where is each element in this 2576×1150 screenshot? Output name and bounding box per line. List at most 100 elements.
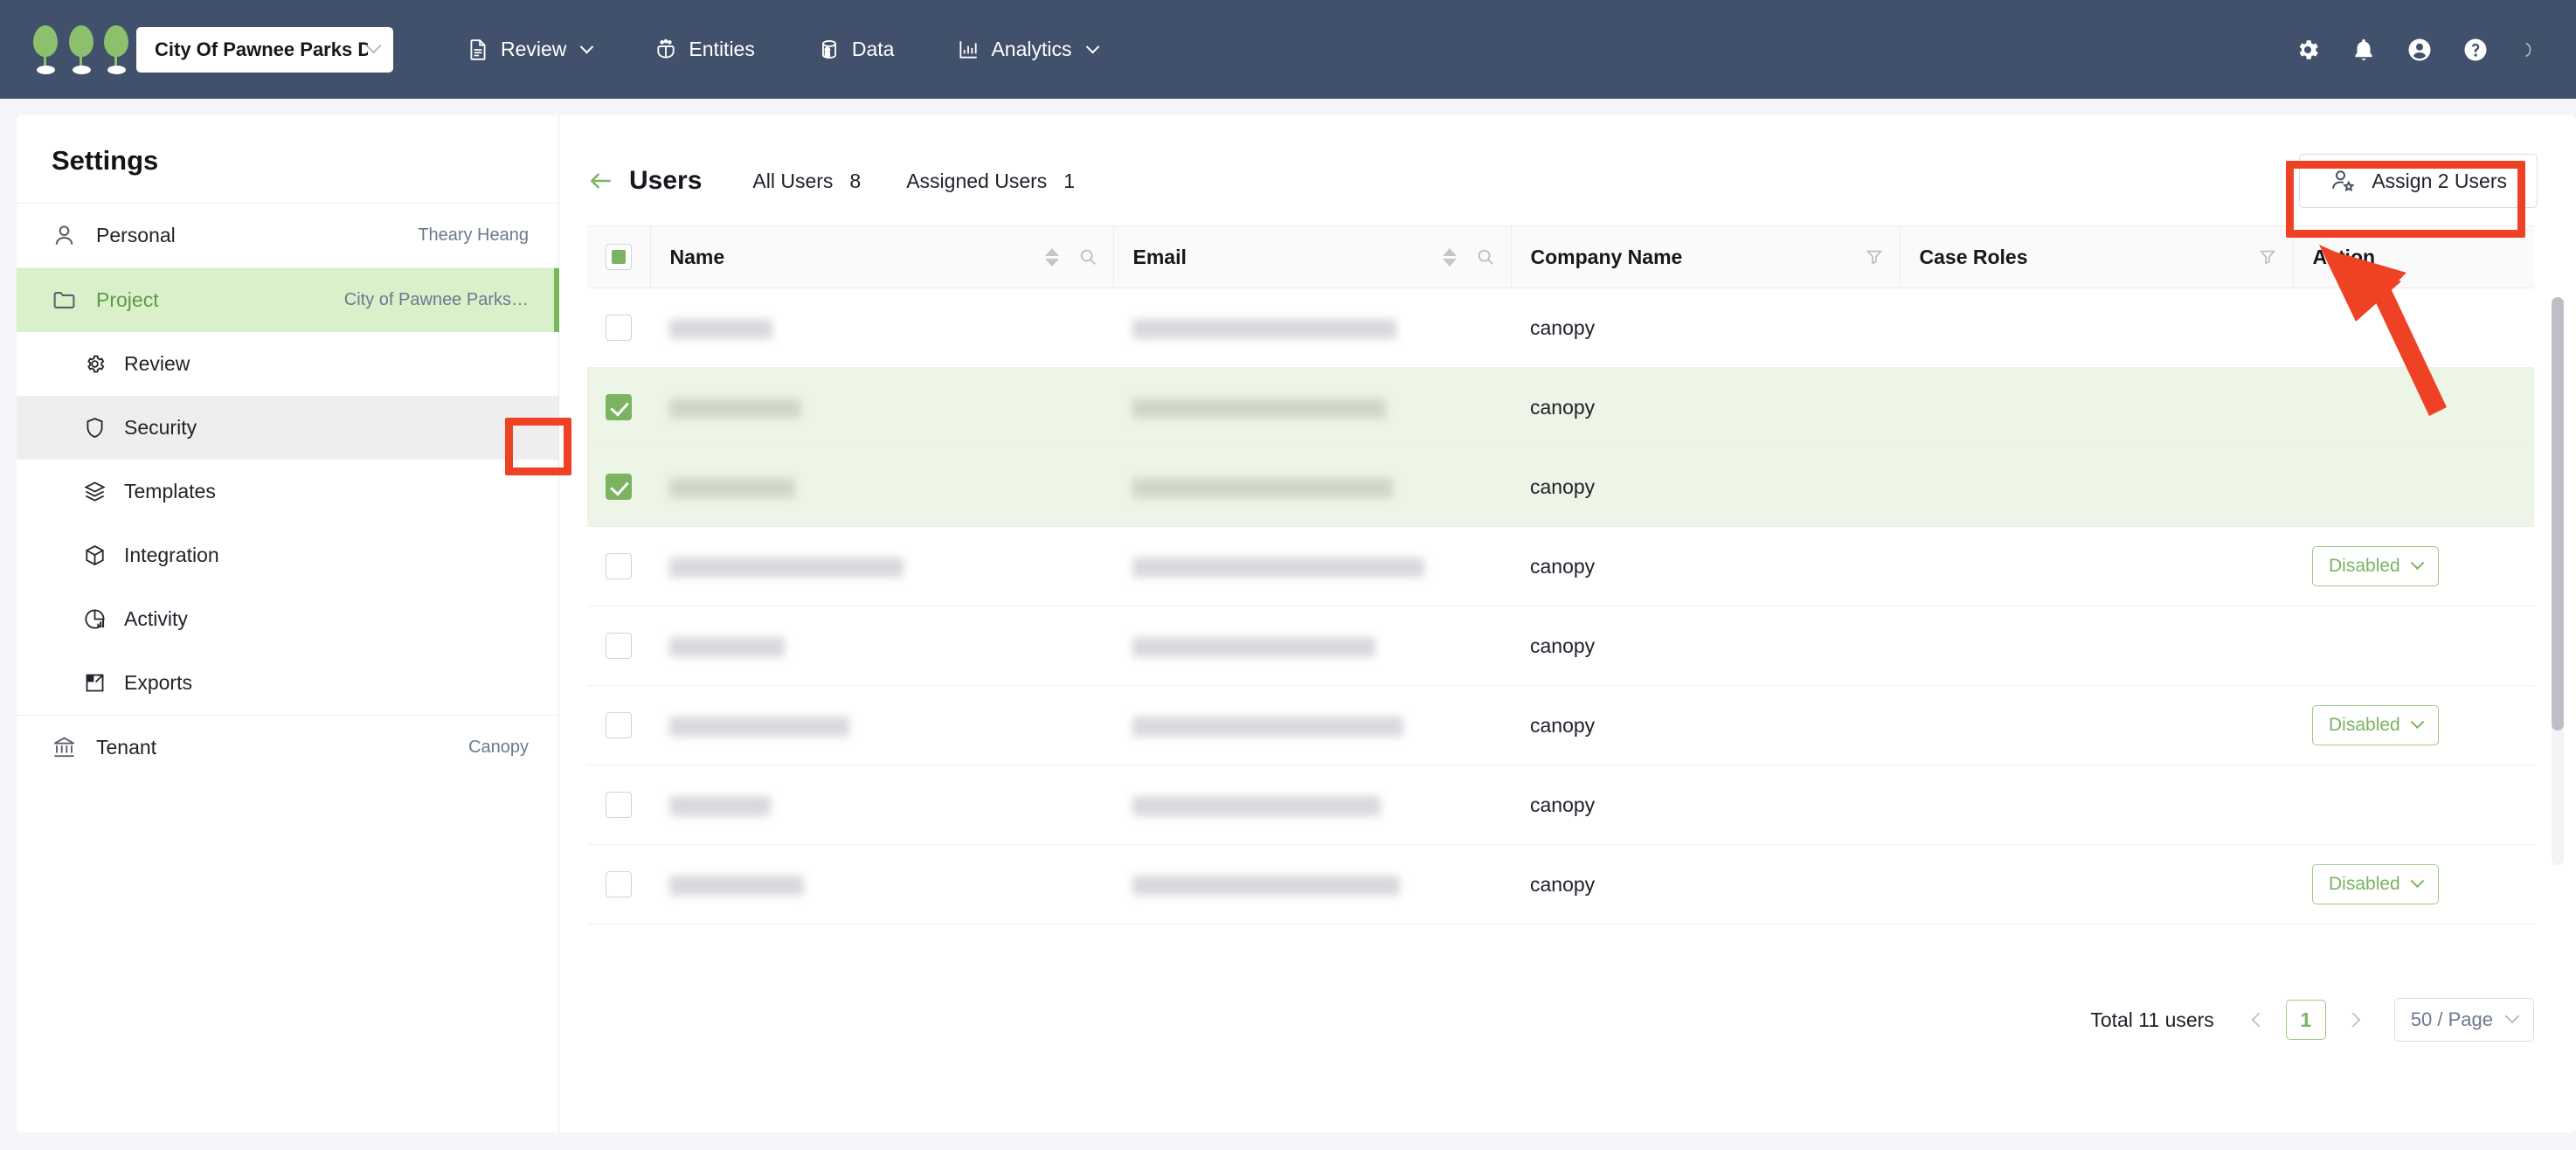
- row-checkbox-cell: [587, 766, 650, 845]
- sidebar-item-exports[interactable]: Exports: [17, 651, 558, 715]
- action-status-dropdown[interactable]: Disabled: [2312, 705, 2439, 745]
- cell-email: [1113, 766, 1511, 845]
- table-row[interactable]: canopy: [587, 766, 2534, 845]
- user-add-icon: [2330, 168, 2356, 194]
- table-row[interactable]: canopy Disabled: [587, 686, 2534, 766]
- row-checkbox[interactable]: [606, 315, 632, 341]
- sidebar-item-review[interactable]: Review: [17, 332, 558, 396]
- row-checkbox[interactable]: [606, 792, 632, 818]
- bank-icon: [52, 735, 77, 760]
- cell-email: [1113, 845, 1511, 925]
- search-icon[interactable]: [1476, 247, 1495, 267]
- sidebar-item-security[interactable]: Security: [17, 396, 558, 460]
- cell-company-name: canopy: [1511, 766, 1900, 845]
- tab-assigned-users-label: Assigned Users: [906, 170, 1047, 193]
- pagination: Total 11 users 1 50 / Page: [2090, 998, 2534, 1042]
- table-row[interactable]: canopy: [587, 288, 2534, 368]
- sidebar-item-project[interactable]: Project City of Pawnee Parks…: [17, 268, 558, 332]
- nav-item-analytics[interactable]: Analytics: [925, 0, 1128, 99]
- row-checkbox[interactable]: [606, 394, 632, 420]
- assign-button-wrap: Assign 2 Users: [2299, 154, 2538, 208]
- table-row[interactable]: canopy: [587, 447, 2534, 527]
- filter-icon[interactable]: [2258, 247, 2277, 267]
- cell-company-name: canopy: [1511, 686, 1900, 766]
- column-header-email[interactable]: Email: [1113, 226, 1511, 288]
- account-circle-icon[interactable]: [2406, 37, 2433, 63]
- row-checkbox[interactable]: [606, 474, 632, 500]
- cell-case-roles: [1900, 288, 2293, 368]
- nav-item-data[interactable]: Data: [786, 0, 926, 99]
- table-vertical-scrollbar[interactable]: [2552, 297, 2564, 865]
- sidebar-item-personal[interactable]: Personal Theary Heang: [17, 204, 558, 267]
- row-checkbox[interactable]: [606, 712, 632, 738]
- page-size-selector[interactable]: 50 / Page: [2394, 998, 2534, 1042]
- action-status-dropdown[interactable]: Disabled: [2312, 546, 2439, 586]
- cell-case-roles: [1900, 527, 2293, 606]
- database-icon: [818, 38, 841, 61]
- cell-case-roles: [1900, 368, 2293, 447]
- sidebar-item-integration[interactable]: Integration: [17, 523, 558, 587]
- action-status-dropdown[interactable]: Disabled: [2312, 864, 2439, 904]
- redacted-name: [669, 398, 800, 419]
- assign-2-users-button[interactable]: Assign 2 Users: [2299, 154, 2538, 208]
- table-row[interactable]: canopyDisabled: [587, 527, 2534, 606]
- nav-item-review[interactable]: Review: [435, 0, 623, 99]
- column-header-case-roles[interactable]: Case Roles: [1900, 226, 2293, 288]
- column-header-name[interactable]: Name: [650, 226, 1113, 288]
- table-row[interactable]: canopyDisabled: [587, 845, 2534, 925]
- assign-2-users-label: Assign 2 Users: [2372, 170, 2507, 193]
- sidebar-item-activity[interactable]: Activity: [17, 587, 558, 651]
- cell-case-roles: [1900, 686, 2293, 766]
- column-header-company-name[interactable]: Company Name: [1511, 226, 1900, 288]
- sidebar-item-templates[interactable]: Templates: [17, 460, 558, 523]
- redacted-name: [669, 876, 804, 896]
- row-checkbox-cell: [587, 606, 650, 686]
- redacted-email: [1132, 876, 1400, 896]
- filter-icon[interactable]: [1865, 247, 1884, 267]
- search-icon[interactable]: [1078, 247, 1098, 267]
- row-checkbox[interactable]: [606, 633, 632, 659]
- sort-name-icon[interactable]: [1045, 248, 1059, 267]
- cell-email: [1113, 527, 1511, 606]
- cell-company-name: canopy: [1511, 606, 1900, 686]
- help-circle-icon[interactable]: [2462, 37, 2489, 63]
- chevron-down-icon: [2410, 556, 2424, 570]
- row-checkbox-cell: [587, 288, 650, 368]
- chevron-down-icon: [2410, 874, 2424, 888]
- sidebar-item-templates-label: Templates: [124, 480, 216, 503]
- nav-item-data-label: Data: [852, 38, 895, 61]
- pagination-next-button[interactable]: [2338, 1005, 2368, 1035]
- select-all-checkbox[interactable]: [606, 244, 632, 270]
- tab-assigned-users-count: 1: [1063, 170, 1075, 193]
- canopy-trees-logo[interactable]: [0, 25, 131, 74]
- sidebar-item-security-label: Security: [124, 416, 197, 440]
- table-row[interactable]: canopy: [587, 606, 2534, 686]
- nav-right-icons: [2295, 36, 2546, 64]
- row-checkbox[interactable]: [606, 553, 632, 579]
- users-table-area: Name Email: [559, 225, 2576, 925]
- pagination-total-label: Total 11 users: [2090, 1008, 2213, 1032]
- pagination-page-1[interactable]: 1: [2286, 1000, 2326, 1040]
- sidebar-title: Settings: [17, 115, 558, 203]
- tab-assigned-users[interactable]: Assigned Users 1: [906, 170, 1075, 193]
- back-arrow-icon[interactable]: [587, 167, 615, 195]
- export-icon: [83, 671, 107, 695]
- column-header-case-roles-label: Case Roles: [1920, 246, 2258, 269]
- nav-item-entities[interactable]: Entities: [623, 0, 786, 99]
- row-checkbox[interactable]: [606, 871, 632, 897]
- project-selector[interactable]: City Of Pawnee Parks Dept: [136, 27, 393, 73]
- person-icon: [52, 223, 77, 248]
- bell-icon[interactable]: [2351, 37, 2377, 63]
- cell-name: [650, 766, 1113, 845]
- sidebar-item-tenant[interactable]: Tenant Canopy: [17, 716, 558, 779]
- pagination-prev-button[interactable]: [2244, 1005, 2274, 1035]
- scrollbar-thumb[interactable]: [2552, 297, 2564, 731]
- table-row[interactable]: canopy: [587, 368, 2534, 447]
- tab-all-users-count: 8: [849, 170, 861, 193]
- chevron-down-icon: [2505, 1008, 2520, 1023]
- sort-email-icon[interactable]: [1443, 248, 1457, 267]
- tab-all-users[interactable]: All Users 8: [752, 170, 861, 193]
- cell-email: [1113, 447, 1511, 527]
- gear-icon[interactable]: [2295, 37, 2321, 63]
- redacted-email: [1132, 558, 1424, 578]
